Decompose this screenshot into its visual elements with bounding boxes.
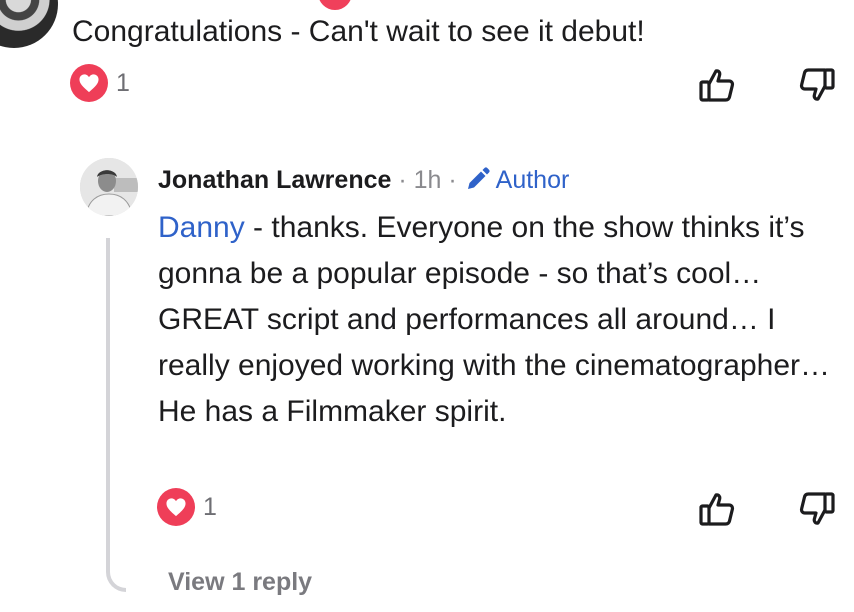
heart-icon [70,64,108,102]
parent-commenter-avatar[interactable] [0,0,58,48]
reply-text: Danny - thanks. Everyone on the show thi… [158,205,848,435]
reply-dislike-button[interactable] [794,486,840,532]
parent-reaction-count: 1 [116,68,130,97]
thumbs-down-icon [799,492,835,525]
author-badge: Author [464,163,570,197]
author-badge-label: Author [495,166,570,194]
heart-icon [157,488,195,526]
thumbs-up-icon [699,493,735,526]
thumbs-up-icon [699,69,735,102]
reply-author-avatar[interactable] [80,158,138,216]
top-reaction-badge-peek [318,0,352,10]
reply-body-text: - thanks. Everyone on the show thinks it… [158,211,831,428]
reply-thread-line [106,238,126,592]
parent-reaction-summary[interactable]: 1 [70,64,130,102]
header-separator: · [441,166,464,194]
avatar-photo [80,158,138,216]
reply-header: Jonathan Lawrence · 1h · Author [158,163,569,197]
header-separator: · [391,166,414,194]
pencil-icon [467,167,490,189]
reply-timestamp: 1h [413,166,442,194]
mention-link[interactable]: Danny [158,211,245,244]
parent-dislike-button[interactable] [794,62,840,108]
view-replies-link[interactable]: View 1 reply [168,568,312,597]
reply-reaction-count: 1 [203,492,217,521]
parent-like-button[interactable] [694,62,740,108]
thumbs-down-icon [799,68,835,101]
reply-like-button[interactable] [694,486,740,532]
reply-author-name[interactable]: Jonathan Lawrence [158,163,391,197]
parent-comment-text: Congratulations - Can't wait to see it d… [72,15,645,48]
reply-reaction-summary[interactable]: 1 [157,488,217,526]
